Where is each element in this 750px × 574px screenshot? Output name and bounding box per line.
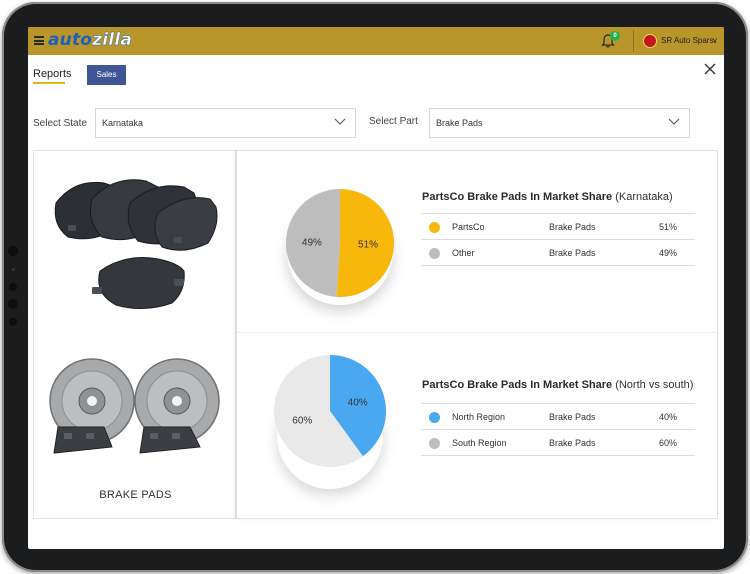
avatar[interactable] xyxy=(643,34,657,48)
app-screen: autozilla 0 SR Auto Spars ∨ Reports Sale… xyxy=(28,27,724,549)
autozilla-logo[interactable]: autozilla xyxy=(48,30,132,50)
part-select-value: Brake Pads xyxy=(436,118,483,128)
brake-pads-image xyxy=(54,179,218,309)
chart-title-rest: (North vs south) xyxy=(615,379,694,391)
row-part: Brake Pads xyxy=(549,412,596,422)
side-button xyxy=(9,318,17,326)
product-panel: BRAKE PADS xyxy=(33,150,236,519)
side-dot xyxy=(12,268,15,271)
row-share: 40% xyxy=(659,412,678,422)
table-row: North Region Brake Pads 40% xyxy=(421,403,695,429)
legend-dot-yellow xyxy=(429,222,440,233)
row-share: 49% xyxy=(659,248,678,258)
legend-dot-blue xyxy=(429,412,440,423)
active-tab-underline xyxy=(33,82,65,84)
table-row: South Region Brake Pads 60% xyxy=(421,429,695,455)
chevron-down-icon[interactable]: ∨ xyxy=(712,36,718,45)
side-button xyxy=(8,246,18,256)
pie-chart-karnataka: 51% 49% xyxy=(286,189,395,297)
panel-divider xyxy=(237,332,717,333)
row-name: Other xyxy=(452,248,475,258)
pie-slice-label: 40% xyxy=(348,398,368,409)
charts-panel: 51% 49% PartsCo Brake Pads In Market Shar… xyxy=(236,150,718,519)
part-filter-label: Select Part xyxy=(369,116,418,127)
row-part: Brake Pads xyxy=(549,248,596,258)
table-row: PartsCo Brake Pads 51% xyxy=(421,213,695,239)
chart-title-karnataka: PartsCo Brake Pads In Market Share (Karn… xyxy=(422,191,673,203)
row-share: 60% xyxy=(659,438,678,448)
row-name: South Region xyxy=(452,438,507,448)
part-select[interactable]: Brake Pads xyxy=(429,108,690,138)
row-share: 51% xyxy=(659,222,678,232)
chart-title-rest: (Karnataka) xyxy=(615,191,673,203)
brake-discs-image xyxy=(49,358,220,454)
chart-title-bold: PartsCo Brake Pads In Market Share xyxy=(422,191,613,203)
chart-title-north-south: PartsCo Brake Pads In Market Share (Nort… xyxy=(422,379,693,391)
side-button xyxy=(9,283,17,291)
tab-sales[interactable]: Sales xyxy=(87,65,126,85)
chevron-down-icon xyxy=(668,118,680,125)
pie-slice-label: 60% xyxy=(292,415,312,426)
pie-slice-label: 51% xyxy=(358,239,378,250)
chart-title-bold: PartsCo Brake Pads In Market Share xyxy=(422,379,613,391)
row-part: Brake Pads xyxy=(549,438,596,448)
product-label: BRAKE PADS xyxy=(99,489,172,501)
state-select[interactable]: Karnataka xyxy=(95,108,356,138)
legend-dot-grey xyxy=(429,438,440,449)
state-select-value: Karnataka xyxy=(102,118,144,128)
legend-dot-grey xyxy=(429,248,440,259)
table-row-end xyxy=(421,455,695,456)
state-filter-label: Select State xyxy=(33,118,87,129)
pie-chart-north-south: 40% 60% xyxy=(274,355,387,467)
pie-slice-label: 49% xyxy=(302,238,322,249)
notification-badge: 0 xyxy=(610,31,620,41)
row-name: North Region xyxy=(452,412,506,422)
tab-reports[interactable]: Reports xyxy=(33,68,72,80)
close-icon[interactable] xyxy=(703,62,717,76)
chevron-down-icon xyxy=(334,118,346,125)
table-row-end xyxy=(421,265,695,266)
side-button xyxy=(8,299,18,309)
user-name[interactable]: SR Auto Spars xyxy=(661,36,713,45)
row-part: Brake Pads xyxy=(549,222,596,232)
header-divider xyxy=(633,30,634,52)
table-row: Other Brake Pads 49% xyxy=(421,239,695,265)
hamburger-menu-icon[interactable] xyxy=(34,36,44,45)
top-bar: autozilla 0 SR Auto Spars ∨ xyxy=(28,27,724,55)
row-name: PartsCo xyxy=(452,222,485,232)
